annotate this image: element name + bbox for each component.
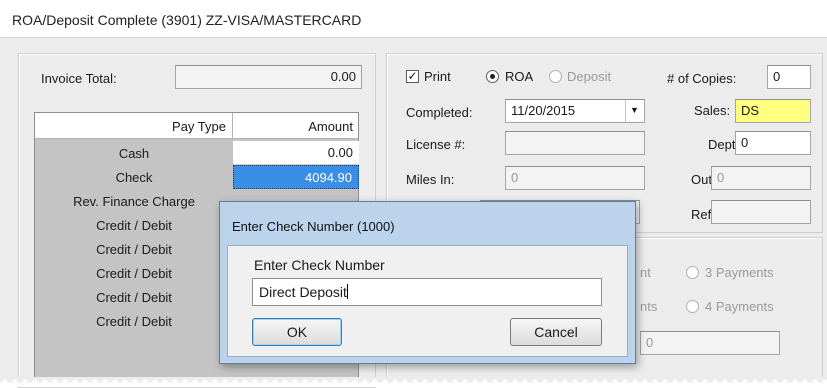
copies-label: # of Copies: xyxy=(667,71,737,86)
payments-option-partial-2: nts xyxy=(640,299,658,314)
deposit-label: Deposit xyxy=(567,69,612,84)
ref-field[interactable] xyxy=(711,200,811,224)
pay-type-cell: Credit / Debit xyxy=(96,290,172,305)
invoice-total-label: Invoice Total: xyxy=(41,71,117,86)
print-checkbox[interactable]: ✓ xyxy=(406,70,419,83)
check-number-label: Enter Check Number xyxy=(254,257,385,273)
invoice-total-field[interactable]: 0.00 xyxy=(175,65,362,89)
check-number-input[interactable]: Direct Deposit xyxy=(252,278,602,306)
pay-type-cell: Credit / Debit xyxy=(96,242,172,257)
amount-cell-selected[interactable]: 4094.90 xyxy=(233,165,359,189)
print-label: Print xyxy=(424,69,451,84)
amount-cell[interactable]: 0.00 xyxy=(233,141,359,165)
pay-type-column-header[interactable]: Pay Type xyxy=(35,113,233,139)
miles-in-field[interactable]: 0 xyxy=(505,166,645,190)
pay-type-cell: Check xyxy=(115,170,153,185)
license-field[interactable] xyxy=(505,131,645,155)
chevron-down-icon[interactable]: ▼ xyxy=(625,100,643,122)
three-payments-radio[interactable] xyxy=(686,266,699,279)
payments-amount-field[interactable]: 0 xyxy=(640,331,780,355)
pay-type-cell: Credit / Debit xyxy=(96,314,172,329)
table-row[interactable]: Cash 0.00 xyxy=(35,141,359,165)
amount-column-header[interactable]: Amount xyxy=(233,113,359,139)
text-caret xyxy=(346,284,348,299)
pay-type-cell: Rev. Finance Charge xyxy=(73,194,195,209)
out-field[interactable]: 0 xyxy=(711,166,811,190)
sales-field[interactable]: DS xyxy=(735,99,811,123)
roa-radio[interactable] xyxy=(486,70,499,83)
dialog-body: Enter Check Number Direct Deposit OK Can… xyxy=(227,245,628,357)
completed-date-value: 11/20/2015 xyxy=(511,103,576,118)
completed-date-field[interactable]: 11/20/2015 xyxy=(505,99,645,123)
cancel-button-label: Cancel xyxy=(534,324,578,340)
four-payments-radio[interactable] xyxy=(686,300,699,313)
pay-type-cell: Credit / Debit xyxy=(96,266,172,281)
pay-type-cell: Cash xyxy=(118,146,150,161)
roa-deposit-window: ROA/Deposit Complete (3901) ZZ-VISA/MAST… xyxy=(0,0,827,388)
deposit-radio[interactable] xyxy=(549,70,562,83)
cancel-button[interactable]: Cancel xyxy=(510,318,602,346)
check-number-value: Direct Deposit xyxy=(259,284,347,300)
completed-label: Completed: xyxy=(406,105,473,120)
miles-in-label: Miles In: xyxy=(406,172,455,187)
check-number-dialog: Enter Check Number (1000) Enter Check Nu… xyxy=(219,201,636,364)
four-payments-label: 4 Payments xyxy=(705,299,774,314)
ok-button[interactable]: OK xyxy=(252,318,342,346)
window-title: ROA/Deposit Complete (3901) ZZ-VISA/MAST… xyxy=(0,0,827,38)
payments-option-partial: nt xyxy=(640,265,651,280)
roa-label: ROA xyxy=(505,69,534,84)
torn-edge xyxy=(0,377,827,387)
sales-label: Sales: xyxy=(694,103,731,118)
dialog-title: Enter Check Number (1000) xyxy=(232,219,395,234)
license-label: License #: xyxy=(406,137,466,152)
three-payments-label: 3 Payments xyxy=(705,265,774,280)
grid-header: Pay Type Amount xyxy=(35,113,358,139)
ok-button-label: OK xyxy=(286,324,308,340)
table-row[interactable]: Check 4094.90 xyxy=(35,165,359,189)
pay-type-cell: Credit / Debit xyxy=(96,218,172,233)
dept-field[interactable]: 0 xyxy=(735,131,811,155)
copies-field[interactable]: 0 xyxy=(767,65,811,89)
